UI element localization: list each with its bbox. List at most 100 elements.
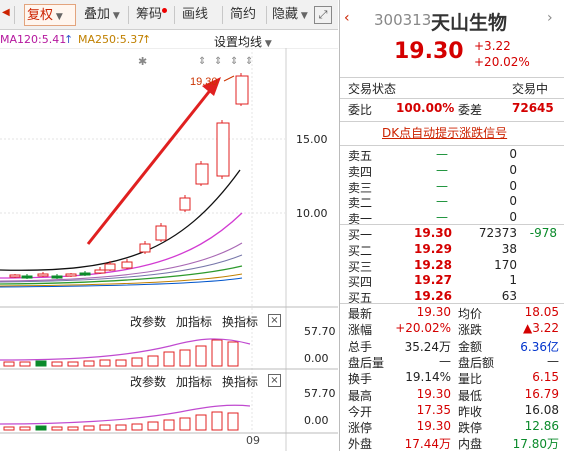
stat-label: 内盘 xyxy=(458,437,483,451)
stat-value: ▲3.22 xyxy=(523,321,559,336)
commission-ratio-label: 委比 xyxy=(348,103,373,117)
ask-level-label: 卖五 xyxy=(348,149,373,163)
divider xyxy=(340,303,564,304)
candle-body xyxy=(9,274,21,278)
indicator-1-switch-button[interactable]: 换指标 xyxy=(222,313,258,330)
draw-line-button[interactable]: 画线 xyxy=(180,4,208,26)
toolbar-divider xyxy=(174,6,175,24)
x-axis-label: 09 xyxy=(246,434,260,447)
ask-level-label: 卖二 xyxy=(348,196,373,211)
kline-chart-canvas[interactable]: 19.30 ✱ ⇕ ⇕ ⇕ ⇕ xyxy=(0,48,338,451)
toolbar-divider xyxy=(266,6,267,24)
stats-row: 涨幅 +20.02% 涨跌 ▲3.22 xyxy=(340,321,564,337)
stat-label: 跌停 xyxy=(458,421,483,436)
arrow-up-icon: ↑ xyxy=(64,33,74,46)
close-icon[interactable]: × xyxy=(268,374,281,387)
stat-value: 17.80万 xyxy=(512,437,559,451)
toolbar-divider xyxy=(222,6,223,24)
ask-price: — xyxy=(436,210,448,225)
stat-label: 今开 xyxy=(348,404,373,419)
indicator-bar xyxy=(115,424,127,431)
stat-label: 盘后额 xyxy=(458,355,495,370)
indicator-2-edit-button[interactable]: 改参数 xyxy=(130,373,166,390)
bid-level-label: 买二 xyxy=(348,243,373,258)
stats-row: 涨停 19.30 跌停 12.86 xyxy=(340,419,564,435)
ma-legend: MA120:5.41 ↑ MA250:5.37 ↑ xyxy=(0,33,338,49)
price-marker-line xyxy=(223,75,235,82)
indicator-bar xyxy=(163,351,175,367)
bid-row: 买二 19.29 38 xyxy=(340,242,564,258)
stat-value: +20.02% xyxy=(395,321,451,336)
indicator-bar xyxy=(195,345,207,367)
indicator-bar xyxy=(227,412,239,431)
ma-line-magenta xyxy=(0,212,243,279)
event-marker-icon[interactable]: ✱ xyxy=(138,55,147,68)
quote-panel: ‹ 300313 天山生物 › 19.30 +3.22 +20.02% 交易状态… xyxy=(339,0,564,451)
next-stock-icon[interactable]: › xyxy=(547,10,553,26)
indicator-bar xyxy=(83,425,95,431)
bid-row: 买四 19.27 1 xyxy=(340,273,564,289)
stat-value: — xyxy=(439,353,451,368)
indicator-bar xyxy=(3,426,15,431)
stats-row: 换手 19.14% 量比 6.15 xyxy=(340,370,564,386)
commission-diff-label: 委差 xyxy=(458,103,483,117)
price-summary: 19.30 +3.22 +20.02% xyxy=(340,37,564,73)
event-marker-icon[interactable]: ⇕ xyxy=(245,56,253,67)
bid-price: 19.30 xyxy=(414,226,452,240)
event-marker-icon[interactable]: ⇕ xyxy=(230,56,238,67)
collapse-arrow-icon[interactable]: ◀ xyxy=(2,7,10,18)
bid-price: 19.27 xyxy=(414,273,452,288)
simple-mode-button[interactable]: 简约 xyxy=(228,4,256,26)
candlestick-series xyxy=(9,73,249,279)
indicator-bar xyxy=(179,349,191,367)
toolbar-divider xyxy=(128,6,129,24)
ask-volume: 0 xyxy=(509,178,517,193)
dk-signal-link[interactable]: DK点自动提示涨跌信号 xyxy=(382,124,507,141)
event-marker-icon[interactable]: ⇕ xyxy=(198,56,206,67)
ask-price: — xyxy=(436,194,448,209)
indicator-bar xyxy=(147,421,159,431)
indicator-bar xyxy=(19,361,31,367)
indicator-2-y-top: 57.70 xyxy=(304,387,336,400)
restore-rights-dropdown[interactable]: 复权 ▼ xyxy=(24,4,76,26)
trend-arrow xyxy=(86,87,214,245)
chip-distribution-label: 筹码 xyxy=(136,7,163,22)
stock-code: 300313 xyxy=(374,11,432,29)
candle-body xyxy=(179,197,191,211)
stat-label: 外盘 xyxy=(348,437,373,451)
commission-diff-value: 72645 xyxy=(512,101,554,115)
stats-row: 总手 35.24万 金额 6.36亿 xyxy=(340,338,564,354)
bid-price: 19.28 xyxy=(414,257,452,272)
overlay-dropdown[interactable]: 叠加 ▼ xyxy=(82,4,120,26)
close-icon[interactable]: × xyxy=(268,314,281,327)
trade-status-label: 交易状态 xyxy=(348,82,397,96)
commission-ratio-value: 100.00% xyxy=(396,101,455,115)
stat-label: 盘后量 xyxy=(348,355,385,370)
stat-value: 12.86 xyxy=(524,419,559,434)
chart-toolbar: ◀ 复权 ▼ 叠加 ▼ 筹码 画线 简约 隐藏 ▼ ⤢ xyxy=(0,0,338,30)
commission-row: 委比 100.00% 委差 72645 xyxy=(340,101,564,119)
stats-row: 最高 19.30 最低 16.79 xyxy=(340,387,564,403)
indicator-bar xyxy=(99,424,111,431)
indicator-bar xyxy=(3,361,15,367)
candle-body xyxy=(94,269,106,274)
event-marker-icon[interactable]: ⇕ xyxy=(214,56,222,67)
indicator-1-add-button[interactable]: 加指标 xyxy=(176,313,212,330)
stat-label: 均价 xyxy=(458,307,483,321)
indicator-1-edit-button[interactable]: 改参数 xyxy=(130,313,166,330)
indicator-2-add-button[interactable]: 加指标 xyxy=(176,373,212,390)
prev-stock-icon[interactable]: ‹ xyxy=(344,10,350,26)
indicator-bar xyxy=(195,414,207,431)
ma120-value: MA120:5.41 xyxy=(0,33,67,46)
price-marker-label: 19.30 xyxy=(190,76,218,88)
chip-distribution-button[interactable]: 筹码 xyxy=(134,4,168,26)
indicator-bar xyxy=(227,341,239,367)
fullscreen-icon[interactable]: ⤢ xyxy=(314,6,332,24)
ask-volume: 0 xyxy=(509,210,517,225)
ask-row: 卖二 — 0 xyxy=(340,194,564,210)
hide-button[interactable]: 隐藏 ▼ xyxy=(270,4,308,26)
indicator-2-switch-button[interactable]: 换指标 xyxy=(222,373,258,390)
stat-label: 最新 xyxy=(348,307,373,321)
bid-level-label: 买三 xyxy=(348,259,373,274)
stats-row: 盘后量 — 盘后额 — xyxy=(340,354,564,370)
